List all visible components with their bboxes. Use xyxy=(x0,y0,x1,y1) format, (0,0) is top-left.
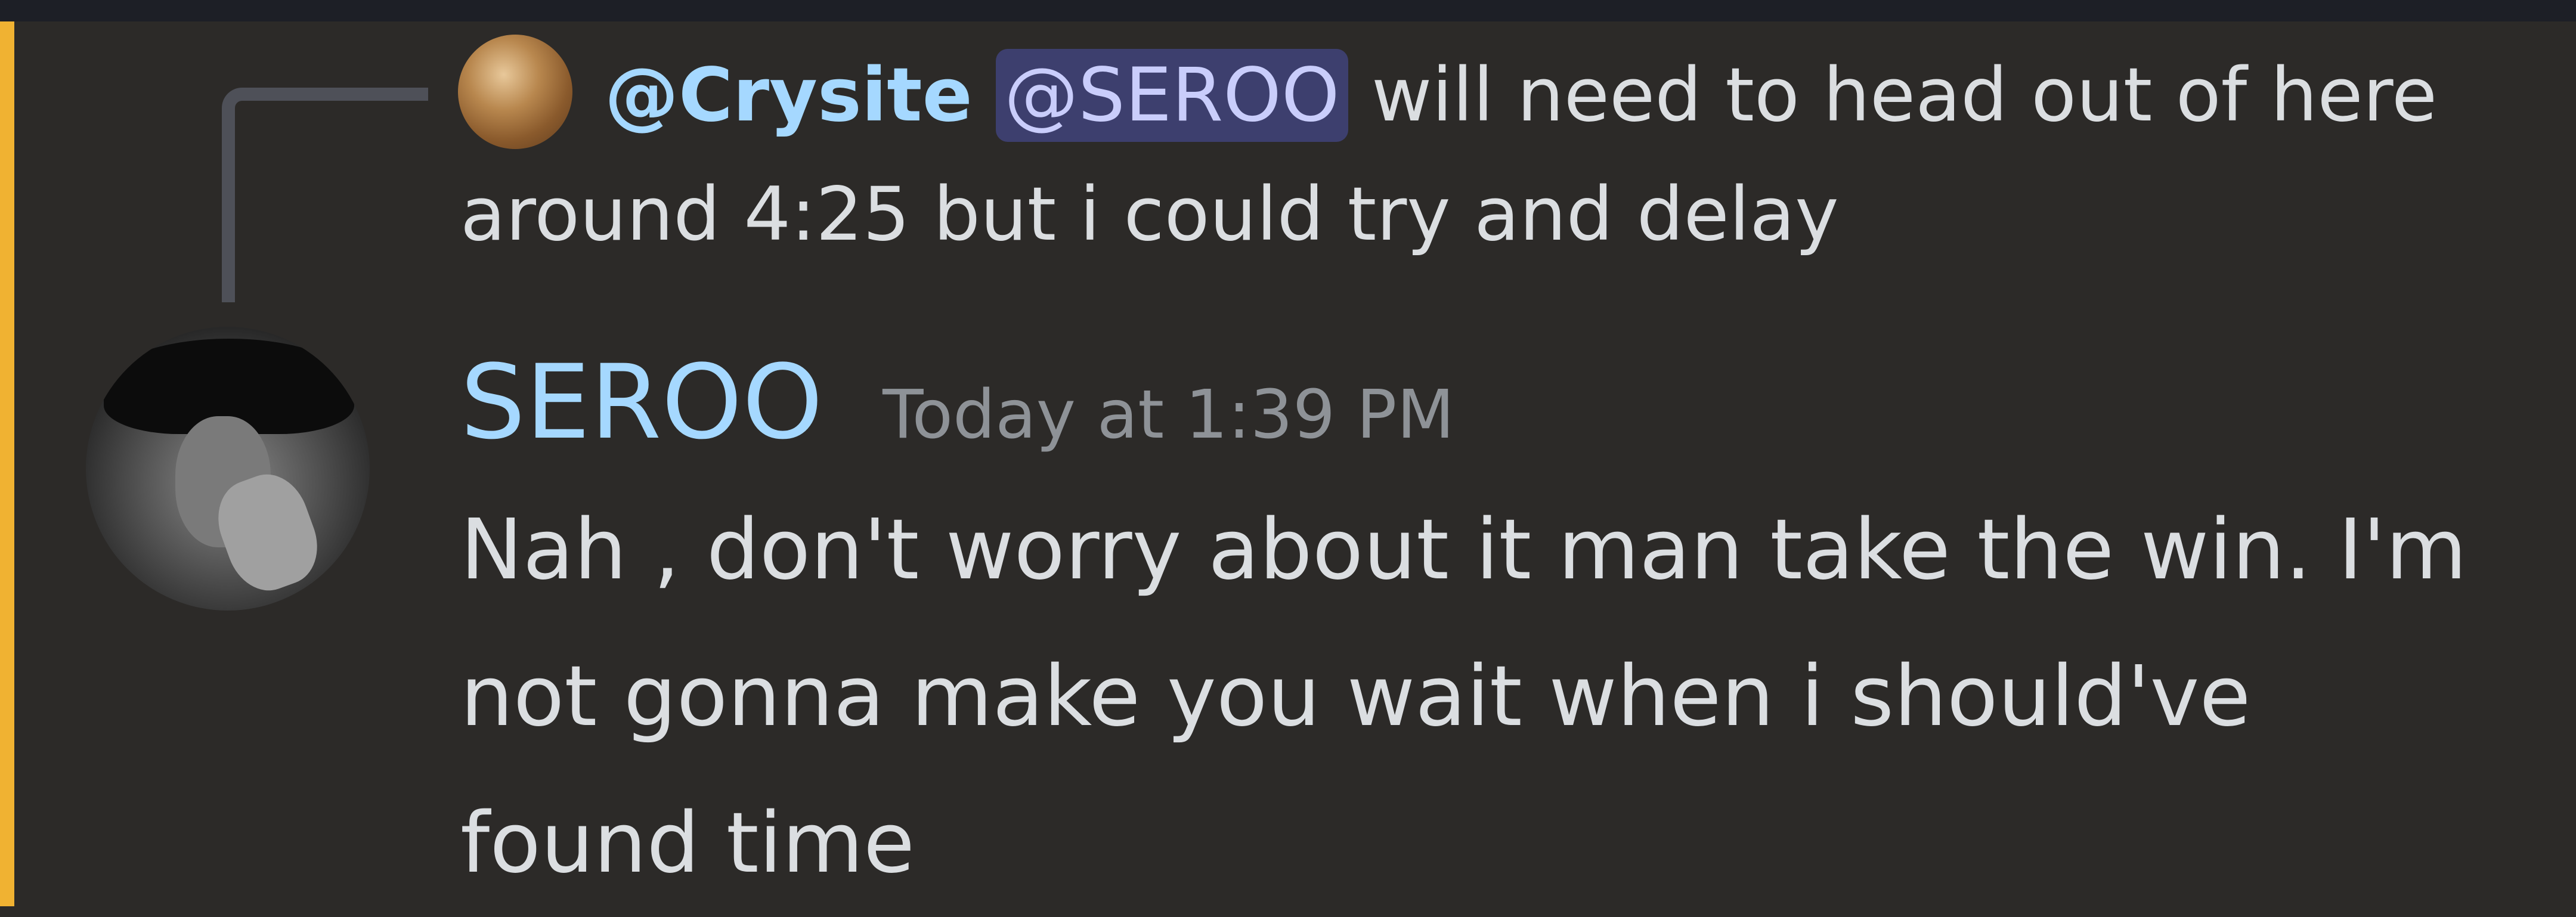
message-author-avatar[interactable] xyxy=(86,327,370,611)
top-divider-strip xyxy=(0,0,2576,21)
message-content: Nah , don't worry about it man take the … xyxy=(460,501,2467,892)
mention-highlight-bar xyxy=(0,21,14,906)
reply-author-name[interactable]: @Crysite xyxy=(605,52,973,138)
reply-mention[interactable]: @SEROO xyxy=(996,49,1348,142)
reply-spine xyxy=(222,88,428,302)
message-header: SEROO Today at 1:39 PM xyxy=(460,334,1454,471)
message-author-name[interactable]: SEROO xyxy=(460,334,823,471)
message-timestamp[interactable]: Today at 1:39 PM xyxy=(883,346,1454,484)
reply-preview[interactable]: @Crysite @SEROO will need to head out of… xyxy=(460,36,2440,274)
